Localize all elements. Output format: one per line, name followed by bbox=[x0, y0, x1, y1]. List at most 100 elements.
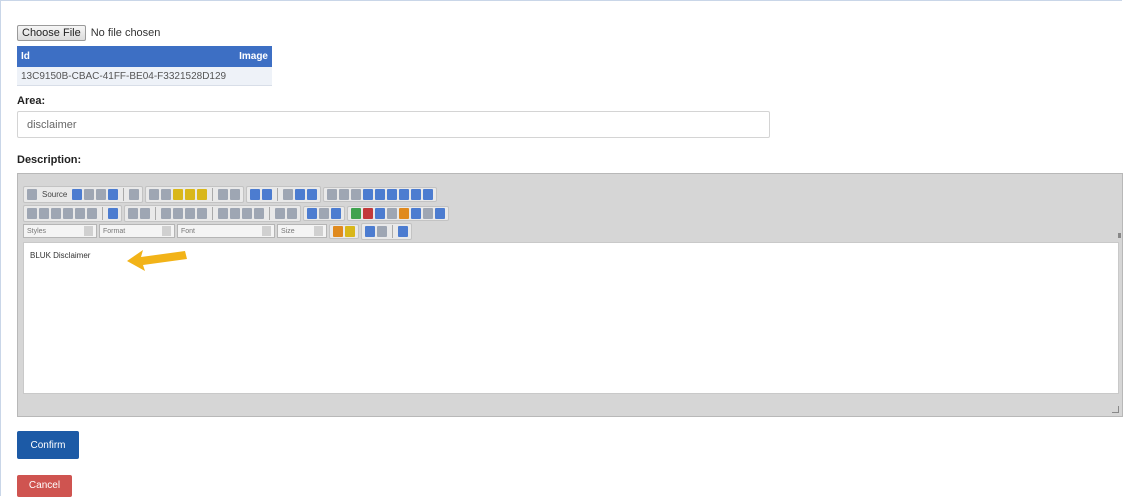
undo-icon[interactable] bbox=[218, 188, 229, 200]
bold-icon[interactable] bbox=[27, 207, 37, 219]
table-row[interactable]: 13C9150B-CBAC-41FF-BE04-F3321528D129 bbox=[17, 67, 272, 86]
subscript-icon[interactable] bbox=[75, 207, 85, 219]
ltr-icon[interactable] bbox=[275, 207, 285, 219]
remove-format-icon[interactable] bbox=[108, 207, 118, 219]
maximize-icon[interactable] bbox=[365, 225, 375, 237]
align-right-icon[interactable] bbox=[242, 207, 252, 219]
text-color-icon[interactable] bbox=[333, 225, 343, 237]
italic-icon[interactable] bbox=[39, 207, 49, 219]
paste-icon[interactable] bbox=[173, 188, 184, 200]
image-table-header: Id Image bbox=[17, 46, 272, 67]
anchor-icon[interactable] bbox=[331, 207, 341, 219]
chevron-down-icon bbox=[314, 226, 323, 236]
textarea-icon[interactable] bbox=[375, 188, 386, 200]
superscript-icon[interactable] bbox=[87, 207, 97, 219]
toolbar-group-basic bbox=[23, 204, 122, 222]
align-center-icon[interactable] bbox=[230, 207, 240, 219]
column-header-id: Id bbox=[21, 51, 30, 62]
print-icon[interactable] bbox=[108, 188, 119, 200]
horizontal-rule-icon[interactable] bbox=[387, 207, 397, 219]
toolbar-group-links bbox=[303, 205, 345, 221]
pointer-arrow-icon bbox=[127, 250, 187, 271]
image-id-cell: 13C9150B-CBAC-41FF-BE04-F3321528D129 bbox=[21, 70, 227, 82]
toolbar-group-editing bbox=[246, 185, 322, 203]
outdent-icon[interactable] bbox=[161, 207, 171, 219]
rich-text-editor: Source Styles Format Font Size BLUK Disc… bbox=[17, 173, 1123, 417]
editor-toolbar-row-2 bbox=[23, 204, 449, 222]
size-dropdown-label: Size bbox=[281, 227, 295, 235]
column-header-image: Image bbox=[239, 51, 268, 62]
page-break-icon[interactable] bbox=[423, 207, 433, 219]
styles-dropdown-label: Styles bbox=[27, 227, 47, 235]
justify-icon[interactable] bbox=[254, 207, 264, 219]
blockquote-icon[interactable] bbox=[185, 207, 195, 219]
templates-icon[interactable] bbox=[129, 188, 140, 200]
image-button-icon[interactable] bbox=[411, 188, 422, 200]
unlink-icon[interactable] bbox=[319, 207, 329, 219]
flash-icon[interactable] bbox=[363, 207, 373, 219]
redo-icon[interactable] bbox=[230, 188, 241, 200]
rtl-icon[interactable] bbox=[287, 207, 297, 219]
radio-icon[interactable] bbox=[351, 188, 362, 200]
button-field-icon[interactable] bbox=[399, 188, 410, 200]
file-upload: Choose File No file chosen bbox=[17, 24, 160, 42]
spellcheck-icon[interactable] bbox=[295, 188, 306, 200]
iframe-icon[interactable] bbox=[435, 207, 445, 219]
area-input[interactable]: disclaimer bbox=[17, 111, 770, 138]
scayt-icon[interactable] bbox=[307, 188, 318, 200]
bulleted-list-icon[interactable] bbox=[140, 207, 150, 219]
confirm-button[interactable]: Confirm bbox=[17, 431, 79, 459]
choose-file-button[interactable]: Choose File bbox=[17, 25, 86, 41]
indent-icon[interactable] bbox=[173, 207, 183, 219]
font-dropdown[interactable]: Font bbox=[177, 224, 275, 238]
image-table: Id Image 13C9150B-CBAC-41FF-BE04-F332152… bbox=[17, 46, 272, 86]
checkbox-icon[interactable] bbox=[339, 188, 350, 200]
size-dropdown[interactable]: Size bbox=[277, 224, 327, 238]
format-dropdown-label: Format bbox=[103, 227, 126, 235]
source-icon bbox=[27, 188, 37, 200]
toolbar-group-paragraph bbox=[124, 204, 301, 222]
save-icon[interactable] bbox=[72, 188, 83, 200]
show-blocks-icon[interactable] bbox=[377, 225, 387, 237]
about-icon[interactable] bbox=[398, 225, 408, 237]
div-icon[interactable] bbox=[197, 207, 207, 219]
toolbar-group-document: Source bbox=[23, 185, 144, 203]
special-char-icon[interactable] bbox=[411, 207, 421, 219]
underline-icon[interactable] bbox=[51, 207, 61, 219]
area-label: Area: bbox=[17, 95, 46, 107]
background-color-icon[interactable] bbox=[345, 225, 355, 237]
toolbar-group-insert bbox=[347, 205, 449, 221]
strike-icon[interactable] bbox=[63, 207, 73, 219]
link-icon[interactable] bbox=[307, 207, 317, 219]
numbered-list-icon[interactable] bbox=[128, 207, 138, 219]
table-icon[interactable] bbox=[375, 207, 385, 219]
replace-icon[interactable] bbox=[262, 188, 273, 200]
source-button[interactable]: Source bbox=[39, 190, 70, 199]
form-icon[interactable] bbox=[327, 188, 338, 200]
textfield-icon[interactable] bbox=[363, 188, 374, 200]
toolbar-collapse-icon[interactable] bbox=[1118, 233, 1121, 238]
image-icon[interactable] bbox=[351, 207, 361, 219]
styles-dropdown[interactable]: Styles bbox=[23, 224, 97, 238]
preview-icon[interactable] bbox=[96, 188, 107, 200]
chevron-down-icon bbox=[262, 226, 271, 236]
paste-word-icon[interactable] bbox=[197, 188, 208, 200]
select-all-icon[interactable] bbox=[283, 188, 294, 200]
file-status-text: No file chosen bbox=[90, 27, 161, 39]
new-page-icon[interactable] bbox=[84, 188, 95, 200]
align-left-icon[interactable] bbox=[218, 207, 228, 219]
paste-text-icon[interactable] bbox=[185, 188, 196, 200]
resize-handle-icon[interactable] bbox=[1112, 406, 1119, 413]
hidden-field-icon[interactable] bbox=[423, 188, 434, 200]
smiley-icon[interactable] bbox=[399, 207, 409, 219]
cut-icon[interactable] bbox=[149, 188, 160, 200]
description-label: Description: bbox=[17, 154, 82, 166]
chevron-down-icon bbox=[162, 226, 171, 236]
select-field-icon[interactable] bbox=[387, 188, 398, 200]
cancel-button[interactable]: Cancel bbox=[17, 475, 72, 497]
format-dropdown[interactable]: Format bbox=[99, 224, 175, 238]
font-dropdown-label: Font bbox=[181, 227, 196, 235]
copy-icon[interactable] bbox=[161, 188, 172, 200]
toolbar-group-clipboard bbox=[145, 185, 245, 203]
find-icon[interactable] bbox=[250, 188, 261, 200]
